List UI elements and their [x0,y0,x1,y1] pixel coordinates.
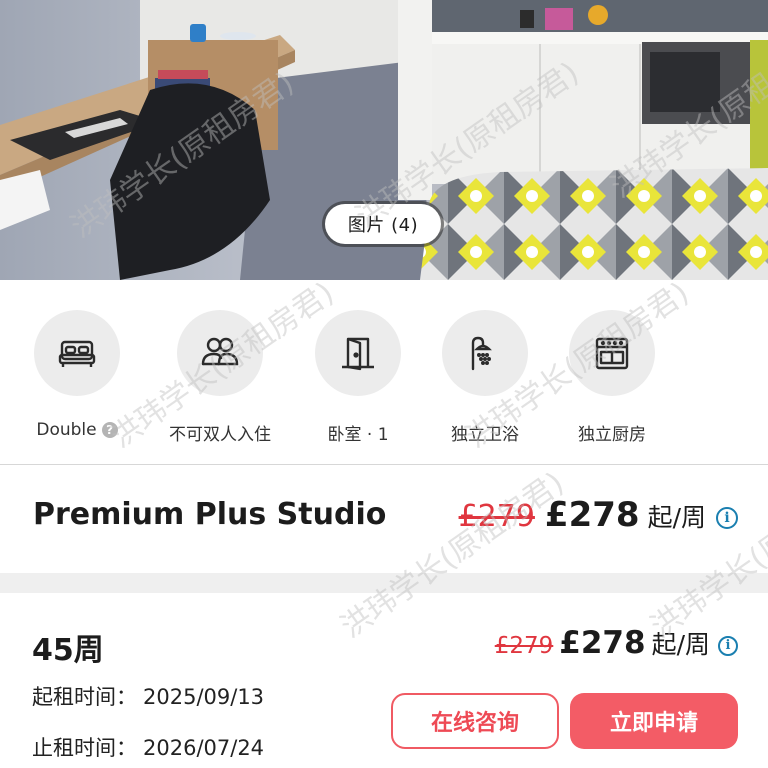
amenity-bed-type: Double ? [7,310,147,440]
amenity-bathroom: 独立卫浴 [415,310,555,445]
amenity-label: 独立卫浴 [451,425,519,445]
amenity-kitchen: 独立厨房 [542,310,682,445]
amenity-bed-label: Double [36,420,97,440]
room-price: £279 £278 起/周 i [459,495,738,535]
lease-option-card: 45周 £279 £278 起/周 i 起租时间： 2025/09/13 止租时间… [0,593,768,768]
lease-price-unit: 起/周 [651,630,710,659]
lease-original-price: £279 [494,633,554,659]
lease-weeks: 45周 [32,633,104,668]
end-date-value: 2026/07/24 [143,736,265,760]
stove-icon [569,310,655,396]
original-price: £279 [458,499,535,534]
price-unit: 起/周 [647,503,706,532]
info-icon[interactable]: i [716,507,738,529]
start-date-label: 起租时间： [32,685,137,709]
start-date-value: 2025/09/13 [143,685,265,709]
amenity-label: Double ? [36,420,118,440]
current-price: £278 [544,495,640,535]
amenity-label: 独立厨房 [578,425,646,445]
room-summary: Premium Plus Studio £279 £278 起/周 i [0,465,768,573]
amenity-occupancy: 不可双人入住 [150,310,290,445]
lease-price: £279 £278 起/周 i [495,625,738,661]
lease-current-price: £278 [559,625,646,661]
amenity-label: 不可双人入住 [169,425,271,445]
lease-end-date: 止租时间： 2026/07/24 [32,732,264,762]
door-icon [315,310,401,396]
info-icon[interactable]: i [718,635,738,656]
online-consult-button[interactable]: 在线咨询 [391,693,559,749]
people-icon [177,310,263,396]
room-photo[interactable]: 图片 (4) [0,0,768,280]
bed-icon [34,310,120,396]
amenities-row: Double ? 不可双人入住 卧室 · 1 独立卫浴 独立厨房 [0,280,768,465]
amenity-label: 卧室 · 1 [327,425,389,445]
amenity-bedroom: 卧室 · 1 [288,310,428,445]
shower-icon [442,310,528,396]
section-separator [0,573,768,593]
end-date-label: 止租时间： [32,736,137,760]
apply-now-button[interactable]: 立即申请 [570,693,738,749]
help-icon[interactable]: ? [101,422,118,438]
photo-count-badge[interactable]: 图片 (4) [325,204,441,244]
room-title: Premium Plus Studio [33,497,387,532]
lease-start-date: 起租时间： 2025/09/13 [32,681,264,711]
